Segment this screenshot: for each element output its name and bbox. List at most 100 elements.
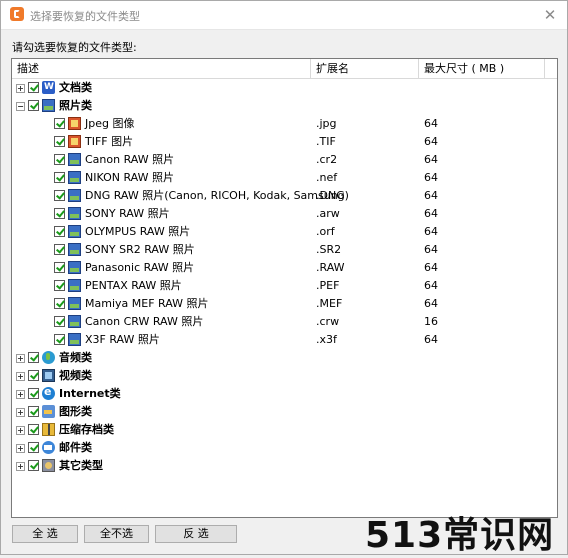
column-header-size[interactable]: 最大尺寸 ( MB ) (419, 59, 545, 78)
column-header-ext[interactable]: 扩展名 (311, 59, 419, 78)
row-label: 音频类 (59, 351, 92, 364)
photo2-icon (68, 135, 81, 148)
photo-icon (68, 225, 81, 238)
file-type-row[interactable]: OLYMPUS RAW 照片 .orf 64 (12, 223, 557, 241)
checkbox[interactable] (54, 154, 65, 165)
checkbox[interactable] (54, 118, 65, 129)
expand-icon[interactable]: + (16, 84, 25, 93)
category-row[interactable]: − 照片类 (12, 97, 557, 115)
photo-icon (68, 315, 81, 328)
checkbox[interactable] (54, 136, 65, 147)
checkbox[interactable] (54, 190, 65, 201)
file-type-row[interactable]: DNG RAW 照片(Canon, RICOH, Kodak, Samsung)… (12, 187, 557, 205)
expand-icon[interactable]: + (16, 462, 25, 471)
row-extension: .DNG (316, 189, 345, 202)
row-max-size: 64 (424, 225, 438, 238)
checkbox[interactable] (54, 208, 65, 219)
photo-icon (68, 207, 81, 220)
checkbox[interactable] (54, 280, 65, 291)
file-type-row[interactable]: Canon CRW RAW 照片 .crw 16 (12, 313, 557, 331)
row-extension: .x3f (316, 333, 337, 346)
row-label: DNG RAW 照片(Canon, RICOH, Kodak, Samsung) (85, 189, 349, 202)
mail-icon (42, 441, 55, 454)
row-label: 图形类 (59, 405, 92, 418)
expand-icon[interactable]: + (16, 444, 25, 453)
row-max-size: 64 (424, 153, 438, 166)
category-row[interactable]: + 音频类 (12, 349, 557, 367)
file-type-row[interactable]: Jpeg 图像 .jpg 64 (12, 115, 557, 133)
row-label: 视频类 (59, 369, 92, 382)
column-header-desc[interactable]: 描述 (12, 59, 311, 78)
category-row[interactable]: + 其它类型 (12, 457, 557, 475)
file-type-row[interactable]: TIFF 图片 .TIF 64 (12, 133, 557, 151)
file-type-row[interactable]: NIKON RAW 照片 .nef 64 (12, 169, 557, 187)
checkbox[interactable] (28, 424, 39, 435)
app-logo-icon (10, 7, 24, 21)
file-type-row[interactable]: SONY RAW 照片 .arw 64 (12, 205, 557, 223)
row-label: 其它类型 (59, 459, 103, 472)
checkbox[interactable] (28, 352, 39, 363)
row-max-size: 64 (424, 333, 438, 346)
checkbox[interactable] (28, 82, 39, 93)
category-row[interactable]: + Internet类 (12, 383, 557, 403)
checkbox[interactable] (28, 388, 39, 399)
checkbox[interactable] (28, 406, 39, 417)
category-row[interactable]: + 文档类 (12, 78, 557, 97)
checkbox[interactable] (54, 226, 65, 237)
file-type-row[interactable]: SONY SR2 RAW 照片 .SR2 64 (12, 241, 557, 259)
checkbox[interactable] (28, 442, 39, 453)
watermark-text: 513常识网 (365, 515, 555, 556)
row-extension: .jpg (316, 117, 337, 130)
file-type-list[interactable]: 描述 扩展名 最大尺寸 ( MB ) + 文档类 − 照片类 Jpeg 图像 .jpg 64… (11, 58, 558, 518)
checkbox[interactable] (54, 334, 65, 345)
checkbox[interactable] (28, 460, 39, 471)
row-extension: .orf (316, 225, 335, 238)
expand-icon[interactable]: + (16, 372, 25, 381)
checkbox[interactable] (28, 100, 39, 111)
file-type-row[interactable]: PENTAX RAW 照片 .PEF 64 (12, 277, 557, 295)
row-label: X3F RAW 照片 (85, 333, 160, 346)
photo-icon (42, 99, 55, 112)
checkbox[interactable] (54, 298, 65, 309)
checkbox[interactable] (54, 316, 65, 327)
row-label: 压缩存档类 (59, 423, 114, 436)
instruction-text: 请勾选要恢复的文件类型: (12, 41, 137, 54)
invert-selection-button[interactable]: 反 选 (155, 525, 237, 543)
photo-icon (68, 171, 81, 184)
category-row[interactable]: + 压缩存档类 (12, 421, 557, 439)
row-label: Mamiya MEF RAW 照片 (85, 297, 209, 310)
checkbox[interactable] (54, 262, 65, 273)
expand-icon[interactable]: + (16, 390, 25, 399)
photo-icon (68, 153, 81, 166)
select-none-button[interactable]: 全不选 (84, 525, 149, 543)
category-row[interactable]: + 视频类 (12, 367, 557, 385)
list-rows: +文档类−照片类 Jpeg 图像 .jpg 64 TIFF 图片.TIF64 Canon … (12, 78, 557, 475)
file-type-row[interactable]: X3F RAW 照片 .x3f 64 (12, 331, 557, 349)
category-row[interactable]: + 邮件类 (12, 439, 557, 457)
row-extension: .SR2 (316, 243, 342, 256)
select-all-button[interactable]: 全 选 (12, 525, 78, 543)
list-header: 描述 扩展名 最大尺寸 ( MB ) (12, 59, 557, 79)
row-max-size: 64 (424, 117, 438, 130)
zip-icon (42, 423, 55, 436)
row-extension: .TIF (316, 135, 336, 148)
checkbox[interactable] (28, 370, 39, 381)
row-extension: .crw (316, 315, 340, 328)
row-max-size: 64 (424, 261, 438, 274)
row-extension: .cr2 (316, 153, 338, 166)
category-row[interactable]: + 图形类 (12, 403, 557, 421)
file-type-row[interactable]: Mamiya MEF RAW 照片 .MEF 64 (12, 295, 557, 313)
checkbox[interactable] (54, 244, 65, 255)
close-button[interactable]: ✕ (539, 5, 561, 25)
collapse-icon[interactable]: − (16, 102, 25, 111)
row-label: 邮件类 (59, 441, 92, 454)
row-extension: .MEF (316, 297, 343, 310)
file-type-row[interactable]: Panasonic RAW 照片 .RAW 64 (12, 259, 557, 277)
row-label: Jpeg 图像 (85, 117, 135, 130)
expand-icon[interactable]: + (16, 354, 25, 363)
file-type-row[interactable]: Canon RAW 照片 .cr2 64 (12, 151, 557, 169)
expand-icon[interactable]: + (16, 408, 25, 417)
expand-icon[interactable]: + (16, 426, 25, 435)
checkbox[interactable] (54, 172, 65, 183)
photo-icon (68, 243, 81, 256)
